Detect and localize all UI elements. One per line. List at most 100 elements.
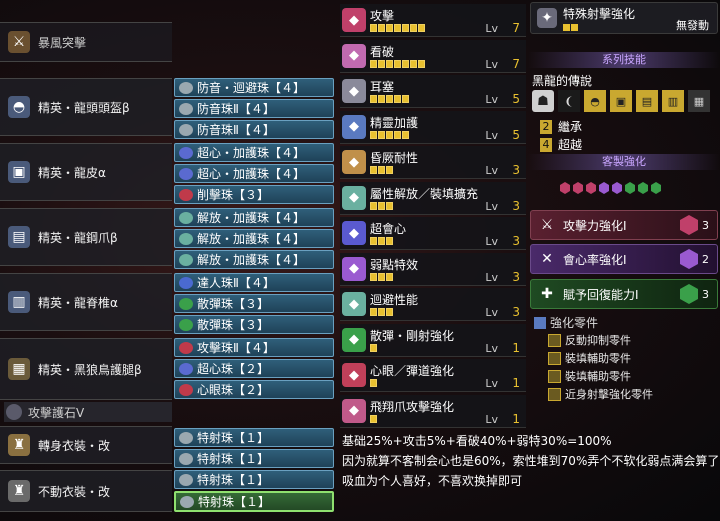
skill-row[interactable]: ◆ 攻擊 Lv 7 [340,4,526,37]
part-label: 裝填輔助零件 [565,352,631,365]
decoration-slot[interactable]: 超心珠【２】 [174,359,334,378]
skill-row[interactable]: ◆ 弱點特效 Lv 3 [340,252,526,286]
gem-icon [179,341,193,354]
augment-row[interactable]: ⚔ 攻擊力強化Ⅰ 3 [530,210,718,240]
decoration-slot[interactable]: 超心・加護珠【４】 [174,143,334,162]
mantle-icon: ♜ [8,480,30,502]
skill-row[interactable]: ◆ 耳塞 Lv 5 [340,75,526,108]
armor-row-arms[interactable]: ▤ 精英・龍鋼爪β [0,208,172,266]
decoration-slot[interactable]: 散彈珠【３】 [174,294,334,313]
weapon-icon: ⚔ [8,31,30,53]
part-label: 近身射擊強化零件 [565,388,653,401]
decoration-slot[interactable]: 心眼珠【２】 [174,380,334,399]
skill-level: 3 [512,198,520,213]
decoration-slot[interactable]: 攻擊珠Ⅱ【４】 [174,338,334,357]
level-label: Lv [485,235,498,248]
level-pip [386,237,393,245]
skill-level: 1 [512,376,520,390]
charm-row[interactable]: 攻擊護石Ⅴ [4,402,172,422]
legs-icon: ▦ [688,90,710,112]
skill-level-bar [370,308,393,316]
decoration-slot[interactable]: 防音珠Ⅱ【４】 [174,99,334,118]
decoration-slot[interactable]: 防音珠Ⅱ【４】 [174,120,334,139]
level-label: Lv [485,377,498,390]
special-skill-row[interactable]: ✦ 特殊射擊強化 無發動 [530,2,718,34]
level-pip [402,95,409,103]
part-item[interactable]: 近身射擊強化零件 [548,386,653,402]
level-pip [394,130,401,139]
mantle-decoration-slot-selected[interactable]: 特射珠【１】 [174,491,334,512]
skill-row[interactable]: ◆ 迴避性能 Lv 3 [340,288,526,321]
decoration-slot[interactable]: 達人珠Ⅱ【４】 [174,273,334,292]
skill-icon: ◆ [342,79,366,103]
mantle-decoration-slot[interactable]: 特射珠【１】 [174,470,334,489]
level-pip [402,59,409,68]
part-icon [548,333,561,347]
bonus-count: 4 [540,137,552,152]
decoration-slot[interactable]: 防音・迴避珠【４】 [174,78,334,97]
skill-row[interactable]: ◆ 心眼／彈道強化 Lv 1 [340,359,526,392]
decoration-slot[interactable]: 散彈珠【３】 [174,315,334,334]
gem-icon [180,495,194,508]
armor-row-waist[interactable]: ▥ 精英・龍脊椎α [0,273,172,331]
mantle-decoration-slot[interactable]: 特射珠【１】 [174,449,334,468]
charm-icon [6,404,22,420]
gem-icon [179,188,193,201]
augment-row[interactable]: ✕ 會心率強化Ⅰ 2 [530,244,718,274]
gem-icon [179,452,193,465]
dragon-icon: ☗ [532,90,554,112]
level-pip [370,201,377,210]
slot-icon [651,182,661,194]
armor-name: 精英・黑狼鳥護腿β [38,362,142,377]
decoration-slot[interactable]: 超心・加護珠【４】 [174,164,334,183]
claw-icon: ❨ [558,90,580,112]
skill-level-bar [370,237,393,245]
skill-level: 7 [512,21,520,35]
part-item[interactable]: 裝填輔助零件 [548,350,631,366]
mantle-row[interactable]: ♜ 轉身衣裝・改 [0,426,172,464]
level-label: Lv [485,412,498,426]
slot-icon [586,182,596,194]
level-label: Lv [485,341,498,355]
augment-count: 3 [702,218,709,232]
skill-icon: ◆ [342,256,366,281]
armor-row-head[interactable]: ◓ 精英・龍頭頭盔β [0,78,172,136]
skill-row[interactable]: ◆ 精靈加護 Lv 5 [340,110,526,144]
skill-row[interactable]: ◆ 飛翔爪攻擊強化 Lv 1 [340,394,526,428]
chest-icon: ▣ [610,90,632,112]
skill-row[interactable]: ◆ 看破 Lv 7 [340,39,526,73]
augment-gem-icon [680,249,698,269]
decoration-slot[interactable]: 解放・加護珠【４】 [174,250,334,269]
skill-row[interactable]: ◆ 屬性解放／裝填擴充 Lv 3 [340,181,526,215]
series-icons: ☗ ❨ ◓ ▣ ▤ ▥ ▦ [532,90,710,112]
armor-row-legs[interactable]: ▦ 精英・黑狼鳥護腿β [0,338,172,400]
armor-name: 精英・龍頭頭盔β [38,100,130,115]
head-icon: ◓ [584,90,606,112]
skill-row[interactable]: ◆ 超會心 Lv 3 [340,217,526,250]
mantle-decoration-slot[interactable]: 特射珠【１】 [174,428,334,447]
weapon-row[interactable]: ⚔ 暴風突擊 [0,22,172,62]
mantle-icon: ♜ [8,434,30,456]
affinity-icon: ✕ [541,251,553,267]
skill-level: 5 [512,127,520,142]
series-bonus-row: 2 繼承 [540,118,582,135]
decoration-slot[interactable]: 解放・加護珠【４】 [174,229,334,248]
deco-label: 防音・迴避珠【４】 [197,81,306,95]
deco-label: 防音珠Ⅱ【４】 [197,102,275,116]
armor-row-chest[interactable]: ▣ 精英・龍皮α [0,143,172,201]
level-pip [370,59,377,68]
skill-icon: ◆ [342,398,366,423]
augment-row[interactable]: ✚ 賦予回復能力Ⅰ 3 [530,279,718,309]
gem-icon [179,102,193,115]
skill-row[interactable]: ◆ 散彈・剛射強化 Lv 1 [340,323,526,357]
mantle-row[interactable]: ♜ 不動衣裝・改 [0,470,172,512]
part-item[interactable]: 裝填輔助零件 [548,368,631,384]
decoration-slot[interactable]: 削擊珠【３】 [174,185,334,204]
skill-row[interactable]: ◆ 昏厥耐性 Lv 3 [340,146,526,179]
slot-icon [560,182,570,194]
level-pip [394,95,401,103]
level-pip [378,272,385,281]
bonus-count: 2 [540,119,552,134]
decoration-slot[interactable]: 解放・加護珠【４】 [174,208,334,227]
part-item[interactable]: 反動抑制零件 [548,332,631,348]
